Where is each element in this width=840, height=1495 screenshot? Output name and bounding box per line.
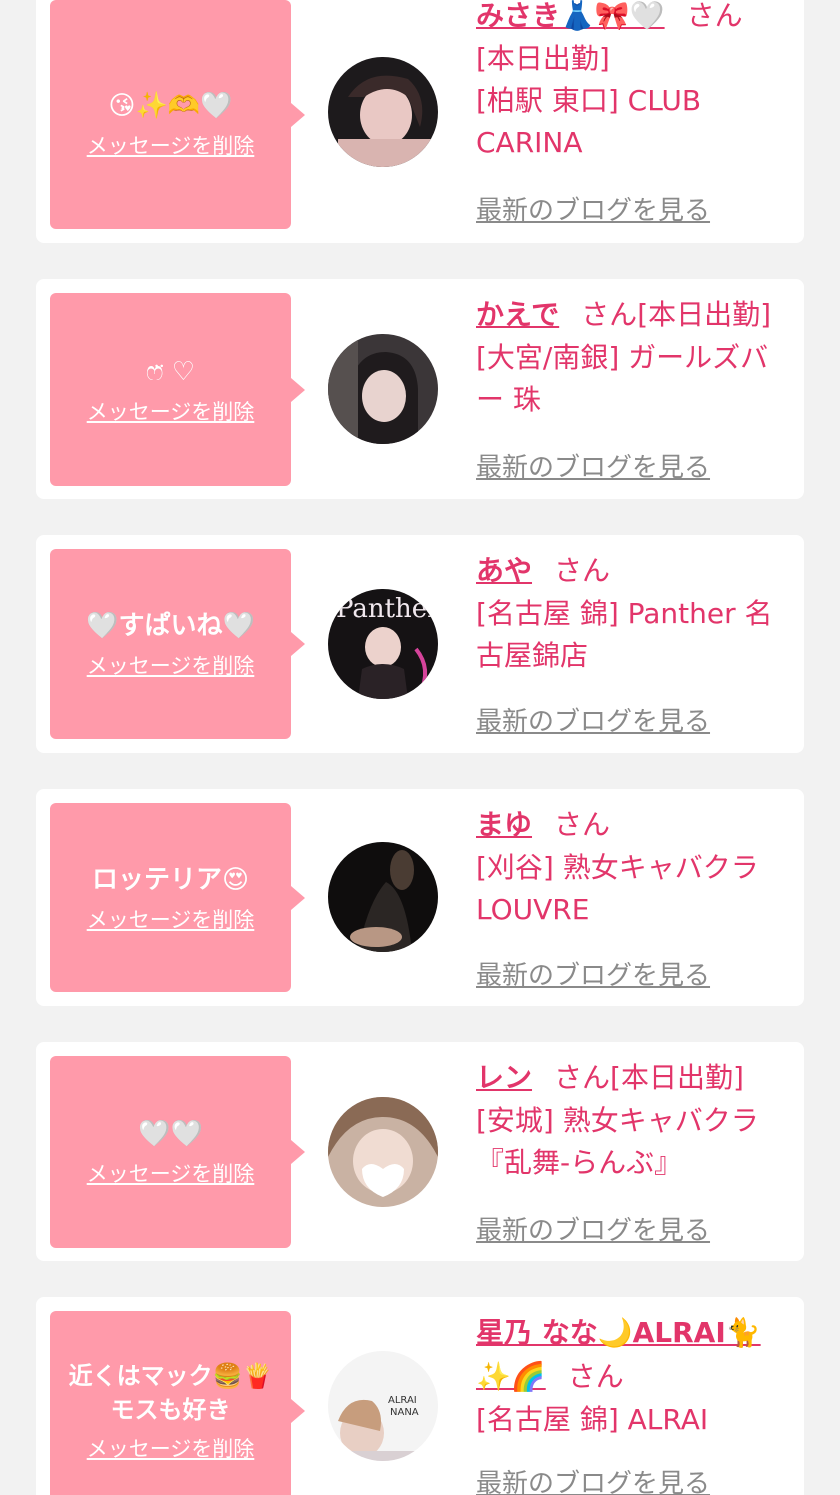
message-text: 🤍すぱいね🤍	[86, 611, 255, 641]
cast-card: 😘✨🫶🤍 メッセージを削除 みさき👗🎀🤍 さん [本日出勤] [柏駅 東口] CL…	[36, 0, 804, 243]
delete-message-link[interactable]: メッセージを削除	[87, 1158, 255, 1188]
cast-info: 星乃 なな🌙ALRAI🐈✨🌈 さん [名古屋 錦] ALRAI	[476, 1311, 786, 1441]
favorites-message-list: 😘✨🫶🤍 メッセージを削除 みさき👗🎀🤍 さん [本日出勤] [柏駅 東口] CL…	[0, 0, 840, 1495]
shop-name: [大宮/南銀] ガールズバー 珠	[476, 341, 769, 416]
shop-name: [刈谷] 熟女キャバクラ LOUVRE	[476, 851, 759, 926]
latest-blog-link[interactable]: 最新のブログを見る	[476, 955, 710, 992]
cast-info: まゆ さん [刈谷] 熟女キャバクラ LOUVRE	[476, 803, 786, 931]
cast-card: 🤍すぱいね🤍 メッセージを削除 Panther あや さん [名古屋 錦] Pan…	[36, 535, 804, 753]
cast-name-link[interactable]: かえで	[476, 298, 559, 331]
cast-card: 🤍🤍 メッセージを削除 レン さん[本日出勤] [安城] 熟女キャバクラ『乱舞-ら…	[36, 1042, 804, 1261]
svg-text:NANA: NANA	[390, 1407, 419, 1418]
cast-info: レン さん[本日出勤] [安城] 熟女キャバクラ『乱舞-らんぶ』	[476, 1056, 786, 1184]
svg-text:Panther: Panther	[336, 594, 438, 624]
message-text: ロッテリア😍	[91, 864, 250, 895]
honorific: さん	[554, 1061, 611, 1094]
shop-name: [安城] 熟女キャバクラ『乱舞-らんぶ』	[476, 1104, 759, 1179]
message-text: 🤍🤍	[138, 1119, 203, 1149]
honorific: さん	[554, 808, 611, 841]
shop-name: [柏駅 東口] CLUB CARINA	[476, 84, 702, 159]
cast-avatar[interactable]: ALRAI NANA	[328, 1351, 438, 1461]
message-text: ෆ̈ ♡	[145, 356, 196, 387]
latest-blog-link[interactable]: 最新のブログを見る	[476, 1210, 710, 1247]
honorific: さん	[581, 298, 638, 331]
message-bubble: 近くはマック🍔🍟モスも好き メッセージを削除	[50, 1311, 305, 1495]
cast-avatar[interactable]	[328, 842, 438, 952]
cast-name-link[interactable]: まゆ	[476, 808, 532, 841]
message-bubble: 🤍🤍 メッセージを削除	[50, 1056, 305, 1248]
cast-card: ෆ̈ ♡ メッセージを削除 かえで さん[本日出勤] [大宮/南銀] ガールズバー…	[36, 279, 804, 499]
delete-message-link[interactable]: メッセージを削除	[87, 396, 255, 426]
cast-avatar[interactable]	[328, 334, 438, 444]
cast-avatar[interactable]	[328, 1097, 438, 1207]
cast-name-link[interactable]: みさき👗🎀🤍	[476, 0, 665, 32]
shop-name: [名古屋 錦] ALRAI	[476, 1403, 709, 1436]
delete-message-link[interactable]: メッセージを削除	[87, 904, 255, 934]
message-bubble: 🤍すぱいね🤍 メッセージを削除	[50, 549, 305, 739]
cast-info: かえで さん[本日出勤] [大宮/南銀] ガールズバー 珠	[476, 293, 786, 421]
latest-blog-link[interactable]: 最新のブログを見る	[476, 1463, 710, 1495]
delete-message-link[interactable]: メッセージを削除	[87, 130, 255, 160]
cast-name-link[interactable]: レン	[476, 1061, 532, 1094]
cast-avatar[interactable]: Panther	[328, 589, 438, 699]
message-text: 😘✨🫶🤍	[108, 90, 233, 121]
latest-blog-link[interactable]: 最新のブログを見る	[476, 190, 710, 227]
shop-name: [名古屋 錦] Panther 名古屋錦店	[476, 597, 773, 672]
attendance-tag: [本日出勤]	[637, 298, 772, 331]
attendance-tag: [本日出勤]	[610, 1061, 744, 1094]
cast-name-link[interactable]: あや	[476, 554, 532, 587]
cast-info: みさき👗🎀🤍 さん [本日出勤] [柏駅 東口] CLUB CARINA	[476, 0, 786, 164]
message-bubble: ロッテリア😍 メッセージを削除	[50, 803, 305, 992]
cast-card: ロッテリア😍 メッセージを削除 まゆ さん [刈谷] 熟女キャバクラ LOUVRE…	[36, 789, 804, 1006]
cast-card: 近くはマック🍔🍟モスも好き メッセージを削除 ALRAI NANA 星乃 なな🌙…	[36, 1297, 804, 1495]
svg-text:ALRAI: ALRAI	[388, 1395, 417, 1406]
message-bubble: ෆ̈ ♡ メッセージを削除	[50, 293, 305, 486]
latest-blog-link[interactable]: 最新のブログを見る	[476, 701, 710, 738]
latest-blog-link[interactable]: 最新のブログを見る	[476, 447, 710, 484]
message-text: 近くはマック🍔🍟モスも好き	[68, 1362, 273, 1424]
delete-message-link[interactable]: メッセージを削除	[87, 1433, 255, 1463]
cast-info: あや さん [名古屋 錦] Panther 名古屋錦店	[476, 549, 786, 677]
honorific: さん	[567, 1360, 624, 1393]
message-bubble: 😘✨🫶🤍 メッセージを削除	[50, 0, 305, 229]
honorific: さん	[554, 554, 611, 587]
delete-message-link[interactable]: メッセージを削除	[87, 650, 255, 680]
honorific: さん	[686, 0, 743, 32]
cast-avatar[interactable]	[328, 57, 438, 167]
attendance-tag: [本日出勤]	[476, 42, 610, 75]
